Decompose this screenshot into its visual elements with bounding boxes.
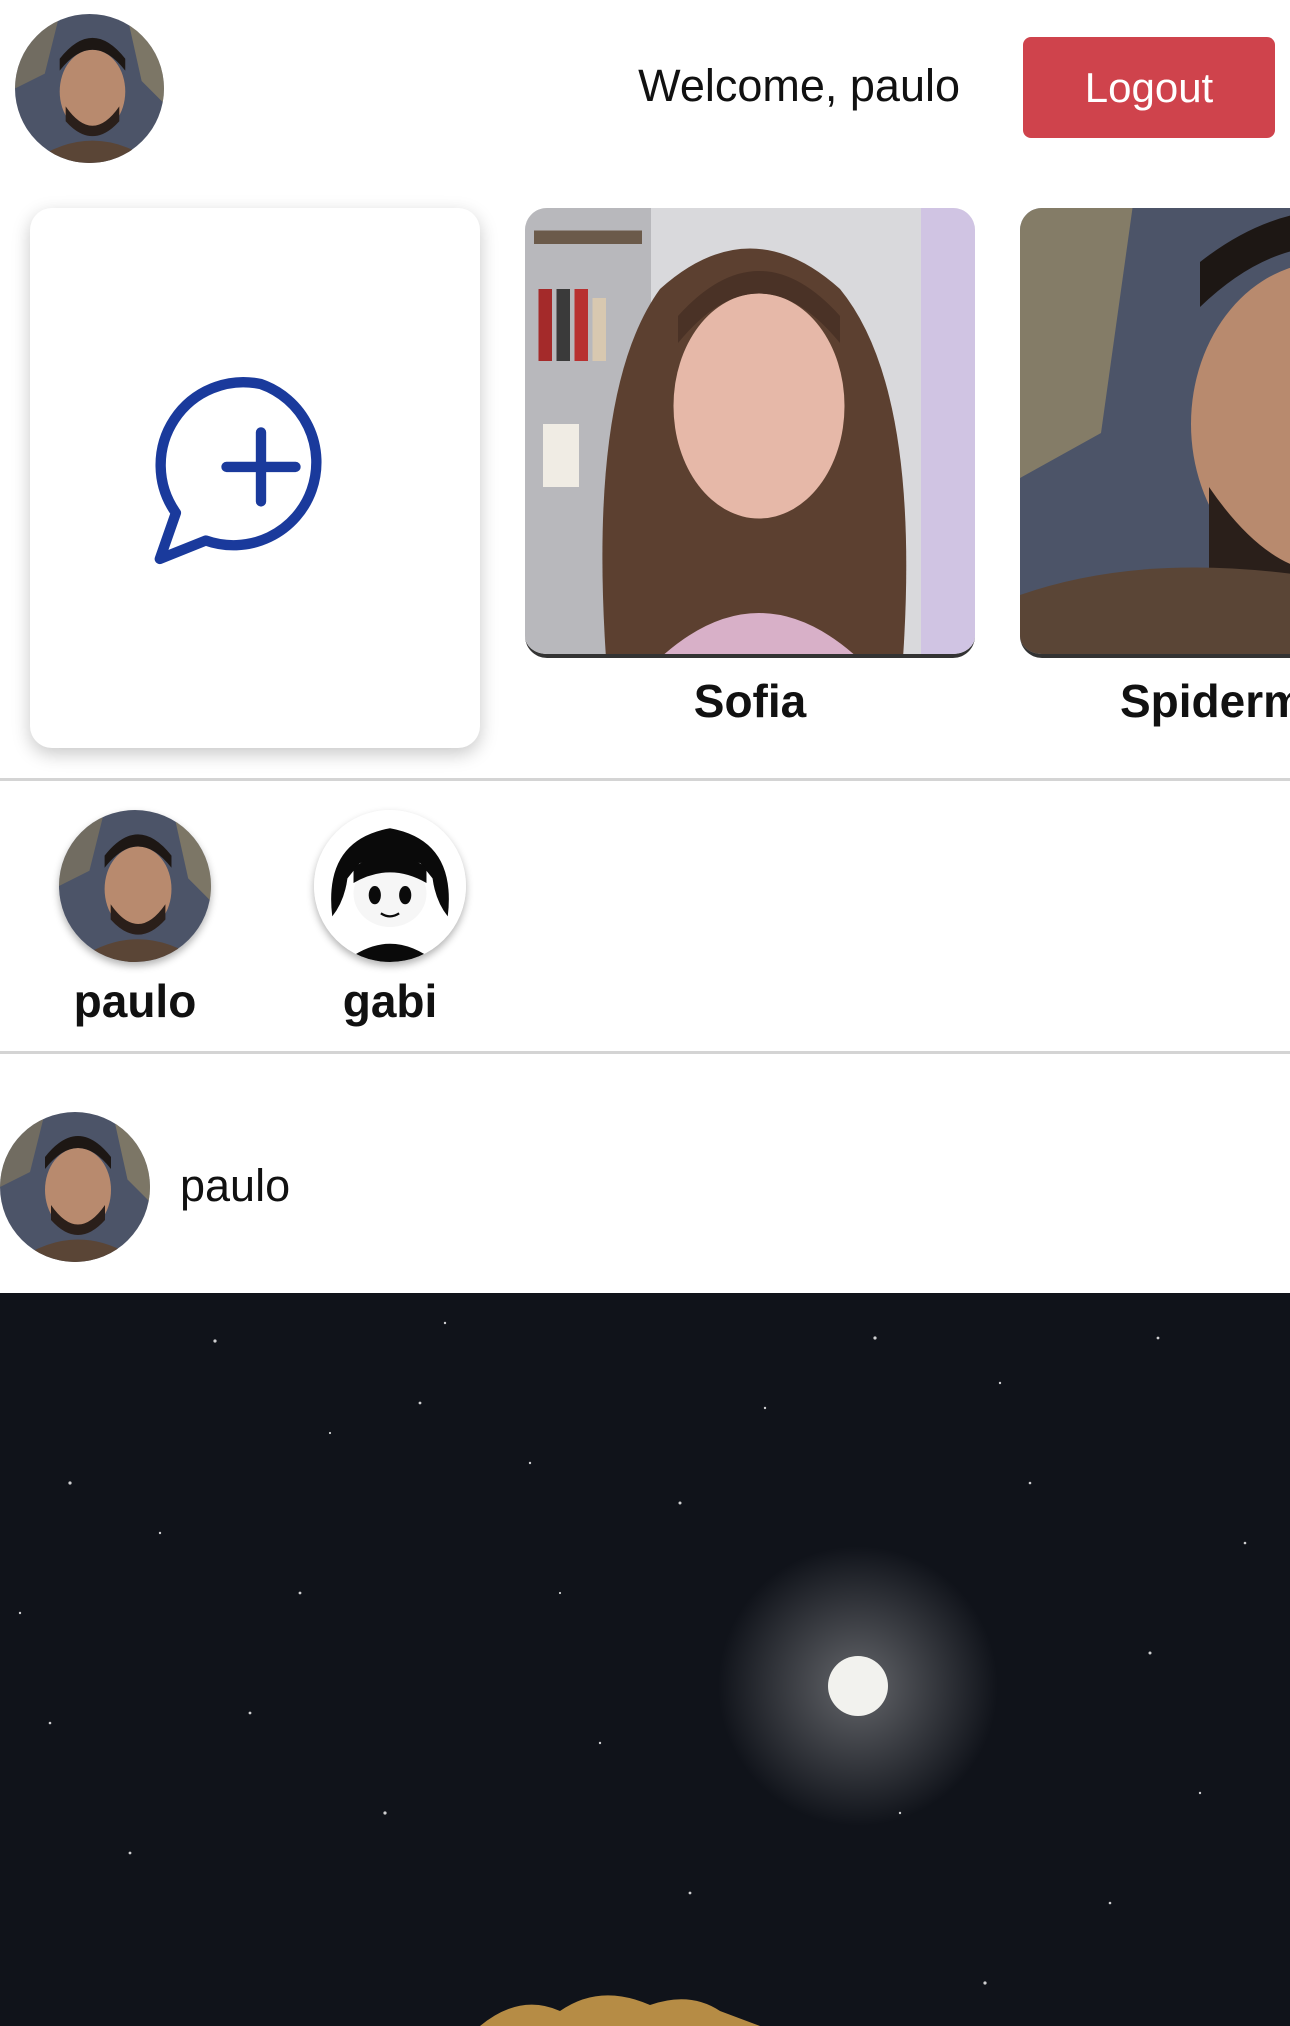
- character-name: Sofia: [693, 675, 807, 727]
- man-portrait-icon: [59, 810, 211, 962]
- chat-plus-icon: [154, 377, 322, 565]
- man-portrait-icon: [0, 1112, 150, 1262]
- character-carousel[interactable]: Sofia Spiderm: [0, 190, 1290, 780]
- app-header: Welcome, paulo Logout: [0, 0, 1290, 176]
- character-name: Spiderm: [1120, 675, 1290, 727]
- user-item-gabi[interactable]: gabi: [290, 810, 490, 1028]
- post-author-avatar[interactable]: [0, 1112, 150, 1262]
- user-item-paulo[interactable]: paulo: [35, 810, 235, 1028]
- character-card-spiderm[interactable]: Spiderm: [1020, 208, 1290, 728]
- section-divider: [0, 1051, 1290, 1054]
- woman-portrait-icon: [525, 208, 975, 654]
- man-portrait-icon: [15, 14, 164, 163]
- user-name: gabi: [342, 975, 438, 1027]
- post-image[interactable]: [0, 1293, 1290, 2026]
- user-avatar: [314, 810, 466, 962]
- character-photo: [525, 208, 975, 658]
- character-card-sofia[interactable]: Sofia: [525, 208, 975, 728]
- profile-avatar[interactable]: [15, 14, 164, 163]
- night-sky-moon-image: [0, 1293, 1290, 2026]
- cartoon-girl-icon: [314, 810, 466, 962]
- welcome-message: Welcome, paulo: [638, 60, 960, 111]
- section-divider: [0, 778, 1290, 781]
- man-portrait-icon: [1020, 208, 1290, 654]
- post-header: paulo: [0, 1110, 1290, 1262]
- user-name: paulo: [73, 975, 197, 1027]
- user-avatar: [59, 810, 211, 962]
- character-photo: [1020, 208, 1290, 658]
- post-author-name[interactable]: paulo: [180, 1160, 290, 1212]
- logout-button[interactable]: Logout: [1023, 37, 1275, 138]
- new-chat-card[interactable]: [30, 208, 480, 748]
